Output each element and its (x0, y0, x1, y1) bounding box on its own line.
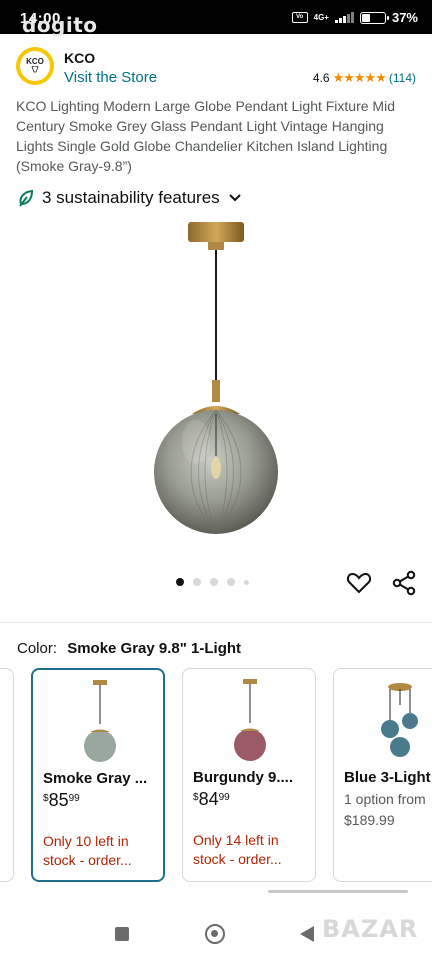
variant-price: $8599 (43, 790, 80, 810)
store-logo[interactable]: KCO (16, 47, 54, 85)
carousel-dot[interactable] (244, 579, 249, 585)
image-carousel-dots[interactable] (176, 578, 249, 586)
carousel-dot[interactable] (176, 578, 184, 586)
variant-options: 1 option from (344, 791, 426, 807)
star-rating-icon: ★★★★★ (332, 70, 387, 85)
variant-name: Burgundy 9.... (193, 769, 294, 786)
variant-price: $189.99 (344, 812, 395, 828)
variant-thumbnail (234, 679, 266, 761)
network-type: 4G+ (313, 12, 329, 22)
review-count[interactable]: (114) (389, 71, 416, 85)
back-icon[interactable] (300, 926, 314, 942)
carousel-dot[interactable] (193, 578, 201, 586)
color-label: Color: (17, 640, 58, 657)
variant-thumbnail (381, 683, 418, 757)
variant-carousel[interactable]: Smoke Gray ... $8599 Only 10 left in sto… (0, 668, 432, 882)
variant-card-burgundy[interactable]: Burgundy 9.... $8499 Only 14 left in sto… (182, 668, 316, 882)
share-icon[interactable] (391, 570, 417, 596)
battery-percent: 37% (391, 10, 418, 25)
store-logo-text: KCO (26, 57, 44, 66)
visit-store-link[interactable]: Visit the Store (64, 69, 157, 86)
home-icon[interactable] (205, 924, 225, 944)
variant-thumbnail (84, 680, 116, 762)
heart-icon[interactable] (346, 570, 372, 596)
recent-apps-icon[interactable] (115, 927, 129, 941)
store-row: KCO KCO Visit the Store 4.6 ★★★★★ (114) (16, 44, 416, 90)
variant-name: Blue 3-Light (344, 769, 431, 786)
watermark-logo-bottom: BAZAR (322, 915, 419, 943)
battery-icon (359, 11, 389, 24)
carousel-dot[interactable] (227, 578, 235, 586)
variant-price: $8499 (193, 789, 230, 809)
carousel-dot[interactable] (210, 578, 218, 586)
product-title: KCO Lighting Modern Large Globe Pendant … (16, 98, 395, 174)
leaf-icon (19, 189, 34, 207)
sustainability-features[interactable]: 3 sustainability features (18, 188, 242, 208)
section-divider (0, 622, 432, 623)
variant-card-partial[interactable] (0, 668, 14, 882)
variant-stock-status: Only 14 left in stock - order... (193, 832, 282, 867)
signal-icon (334, 12, 354, 23)
watermark-logo: dogito (22, 13, 98, 37)
scroll-indicator (268, 890, 408, 893)
rating-value: 4.6 (312, 71, 330, 85)
store-name: KCO (64, 50, 96, 66)
status-icons: Vo 4G+ 37% (291, 10, 418, 25)
color-selector-label: Color: Smoke Gray 9.8" 1-Light (17, 640, 241, 657)
status-bar: 14:00 dogito Vo 4G+ 37% (0, 0, 432, 37)
variant-card-blue[interactable]: Blue 3-Light 1 option from $189.99 (333, 668, 432, 882)
variant-name: Smoke Gray ... (43, 770, 148, 787)
product-image[interactable] (96, 214, 336, 544)
chevron-down-icon (228, 194, 241, 202)
volte-icon: Vo (291, 12, 308, 23)
store-logo-inner: KCO (20, 51, 50, 81)
sustainability-label: 3 sustainability features (42, 188, 220, 207)
color-selected-value: Smoke Gray 9.8" 1-Light (67, 640, 242, 657)
rating[interactable]: 4.6 ★★★★★ (114) (313, 70, 416, 86)
bulb-icon (31, 66, 39, 73)
variant-card-smoke-gray[interactable]: Smoke Gray ... $8599 Only 10 left in sto… (31, 668, 165, 882)
variant-stock-status: Only 10 left in stock - order... (43, 833, 132, 868)
